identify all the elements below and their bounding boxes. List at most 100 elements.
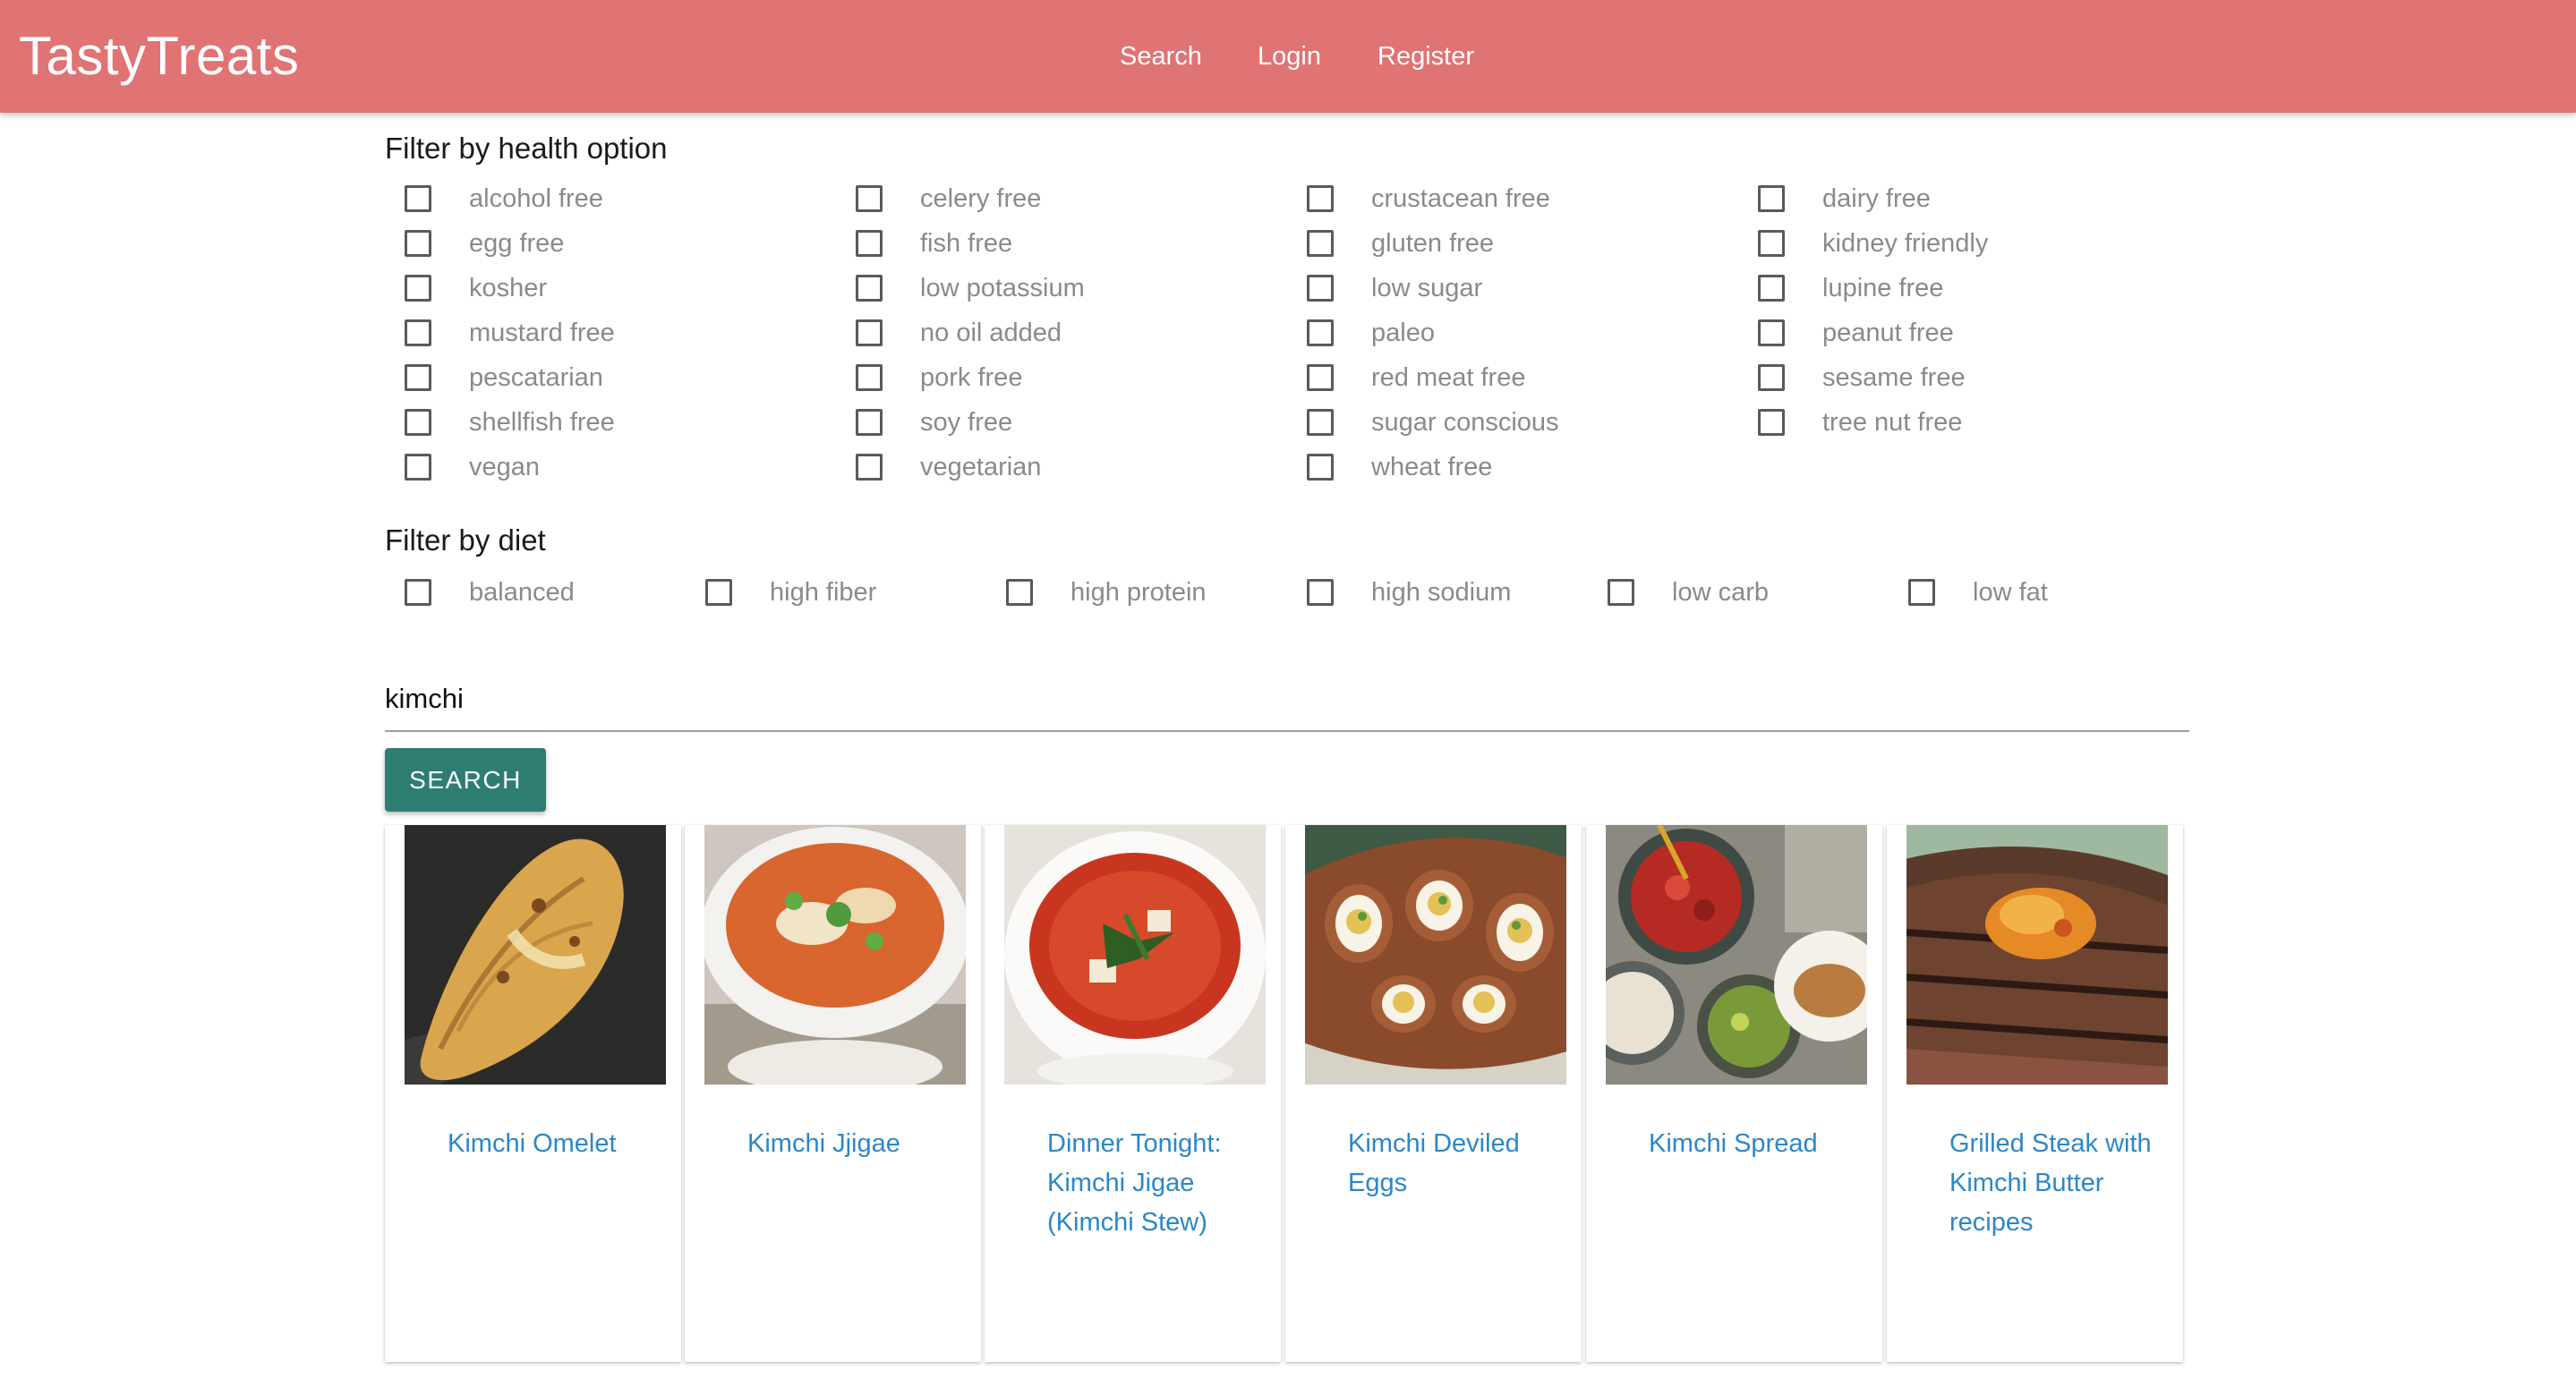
recipe-card[interactable]: Kimchi Jjigae [685,825,981,1362]
checkbox[interactable] [405,275,431,302]
health-option-label: egg free [469,228,565,258]
recipe-card[interactable]: Kimchi Spread [1586,825,1882,1362]
checkbox[interactable] [1307,185,1334,212]
search-field [385,666,2189,732]
health-option[interactable]: peanut free [1758,315,1954,351]
checkbox[interactable] [1307,275,1334,302]
health-option[interactable]: paleo [1307,315,1435,351]
health-option[interactable]: vegetarian [856,449,1041,485]
checkbox[interactable] [1758,409,1785,436]
recipe-title-link[interactable]: Dinner Tonight: Kimchi Jigae (Kimchi Ste… [1047,1124,1253,1242]
checkbox[interactable] [1307,230,1334,257]
health-option[interactable]: shellfish free [405,404,615,440]
checkbox[interactable] [856,185,883,212]
jjigae-bowl-photo[interactable] [704,825,966,1085]
deviled-eggs-photo[interactable] [1305,825,1566,1085]
checkbox[interactable] [856,364,883,391]
nav-link-register[interactable]: Register [1378,42,1474,72]
checkbox[interactable] [1006,579,1033,606]
checkbox[interactable] [1758,185,1785,212]
diet-filter-title: Filter by diet [385,523,546,557]
health-option[interactable]: low sugar [1307,270,1482,306]
health-option[interactable]: kosher [405,270,547,306]
checkbox[interactable] [405,364,431,391]
health-option[interactable]: mustard free [405,315,615,351]
health-option[interactable]: vegan [405,449,540,485]
health-option[interactable]: sugar conscious [1307,404,1559,440]
search-button[interactable]: SEARCH [385,748,546,812]
health-option[interactable]: soy free [856,404,1012,440]
checkbox[interactable] [856,275,883,302]
health-option[interactable]: celery free [856,181,1041,217]
checkbox[interactable] [1758,230,1785,257]
health-option[interactable]: kidney friendly [1758,225,1988,261]
health-option-label: lupine free [1822,273,1944,302]
health-option[interactable]: sesame free [1758,360,1966,396]
health-option[interactable]: egg free [405,225,564,261]
checkbox[interactable] [1608,579,1634,606]
checkbox[interactable] [705,579,732,606]
checkbox[interactable] [1307,409,1334,436]
checkbox[interactable] [1758,319,1785,346]
recipe-title-link[interactable]: Kimchi Jjigae [747,1124,953,1163]
health-option[interactable]: lupine free [1758,270,1943,306]
recipe-title-link[interactable]: Kimchi Spread [1649,1124,1855,1163]
checkbox[interactable] [856,319,883,346]
health-option[interactable]: crustacean free [1307,181,1550,217]
checkbox[interactable] [405,579,431,606]
checkbox[interactable] [1758,364,1785,391]
checkbox[interactable] [405,409,431,436]
recipe-title-link[interactable]: Kimchi Omelet [448,1124,653,1163]
diet-option[interactable]: low fat [1908,574,2048,610]
health-option[interactable]: wheat free [1307,449,1492,485]
brand-logo[interactable]: TastyTreats [19,0,299,113]
health-option[interactable]: tree nut free [1758,404,1962,440]
checkbox[interactable] [856,230,883,257]
checkbox[interactable] [1758,275,1785,302]
health-option[interactable]: pork free [856,360,1022,396]
checkbox[interactable] [405,185,431,212]
recipe-card[interactable]: Grilled Steak with Kimchi Butter recipes [1887,825,2183,1362]
health-option[interactable]: alcohol free [405,181,603,217]
health-option[interactable]: dairy free [1758,181,1931,217]
recipe-title-link[interactable]: Kimchi Deviled Eggs [1348,1124,1554,1203]
diet-option-label: high protein [1070,577,1207,607]
checkbox[interactable] [1307,579,1334,606]
recipe-card[interactable]: Kimchi Deviled Eggs [1285,825,1582,1362]
diet-option[interactable]: low carb [1608,574,1769,610]
nav-link-login[interactable]: Login [1258,42,1321,72]
diet-option[interactable]: high fiber [705,574,876,610]
diet-option[interactable]: high sodium [1307,574,1511,610]
grilled-steak-photo[interactable] [1906,825,2168,1085]
stew-bowl-photo[interactable] [1004,825,1266,1085]
checkbox[interactable] [856,409,883,436]
health-filter-title: Filter by health option [385,132,668,165]
checkbox[interactable] [1908,579,1935,606]
checkbox[interactable] [405,319,431,346]
diet-option[interactable]: balanced [405,574,575,610]
recipe-card[interactable]: Dinner Tonight: Kimchi Jigae (Kimchi Ste… [985,825,1281,1362]
health-option-label: pork free [920,362,1023,392]
checkbox[interactable] [405,230,431,257]
health-option-label: low potassium [920,273,1085,302]
health-option[interactable]: no oil added [856,315,1062,351]
search-input[interactable] [385,676,2189,721]
checkbox[interactable] [1307,454,1334,481]
health-option[interactable]: red meat free [1307,360,1525,396]
nav-link-search[interactable]: Search [1120,42,1202,72]
health-option[interactable]: fish free [856,225,1012,261]
health-option[interactable]: low potassium [856,270,1085,306]
recipe-title-link[interactable]: Grilled Steak with Kimchi Butter recipes [1949,1124,2155,1242]
diet-option[interactable]: high protein [1006,574,1207,610]
health-option[interactable]: gluten free [1307,225,1494,261]
recipe-card[interactable]: Kimchi Omelet [385,825,681,1362]
omelet-photo[interactable] [405,825,666,1085]
checkbox[interactable] [856,454,883,481]
checkbox[interactable] [1307,319,1334,346]
health-option-label: wheat free [1371,452,1493,481]
health-option[interactable]: pescatarian [405,360,603,396]
checkbox[interactable] [405,454,431,481]
checkbox[interactable] [1307,364,1334,391]
health-option-label: kosher [469,273,548,302]
spread-bowls-photo[interactable] [1606,825,1867,1085]
